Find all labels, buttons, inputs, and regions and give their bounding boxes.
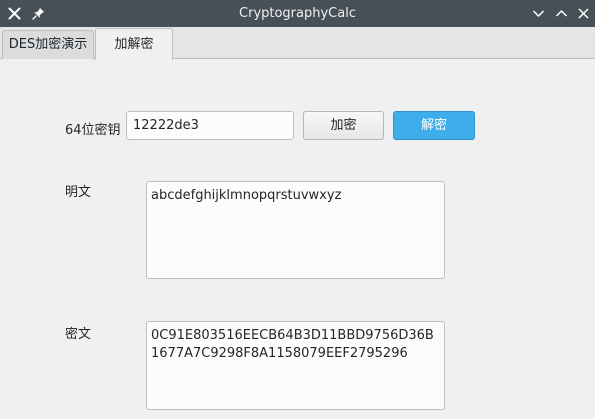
app-window: CryptographyCalc DES加密演示 加解密 64位密钥 12222… (0, 0, 595, 419)
ciphertext-label: 密文 (65, 327, 92, 342)
plaintext-label: 明文 (65, 185, 92, 200)
key-label: 64位密钥 (65, 123, 121, 138)
tab-content: 64位密钥 12222de3 加密 解密 明文 abcdefghijklmnop… (0, 59, 595, 419)
encrypt-button[interactable]: 加密 (303, 111, 384, 140)
plaintext-field[interactable]: abcdefghijklmnopqrstuvwxyz (146, 181, 445, 279)
chevron-down-icon[interactable] (528, 3, 549, 24)
window-title: CryptographyCalc (239, 6, 356, 21)
tab-encrypt-decrypt[interactable]: 加解密 (95, 28, 173, 60)
window-close-icon[interactable] (573, 3, 594, 24)
title-bar: CryptographyCalc (0, 0, 595, 27)
tab-des-demo[interactable]: DES加密演示 (2, 30, 94, 59)
ciphertext-field[interactable]: 0C91E803516EECB64B3D11BBD9756D36B1677A7C… (146, 321, 445, 410)
key-input[interactable]: 12222de3 (126, 111, 294, 140)
decrypt-button[interactable]: 解密 (393, 111, 475, 140)
chevron-up-icon[interactable] (551, 3, 572, 24)
tab-bar: DES加密演示 加解密 (0, 27, 595, 60)
